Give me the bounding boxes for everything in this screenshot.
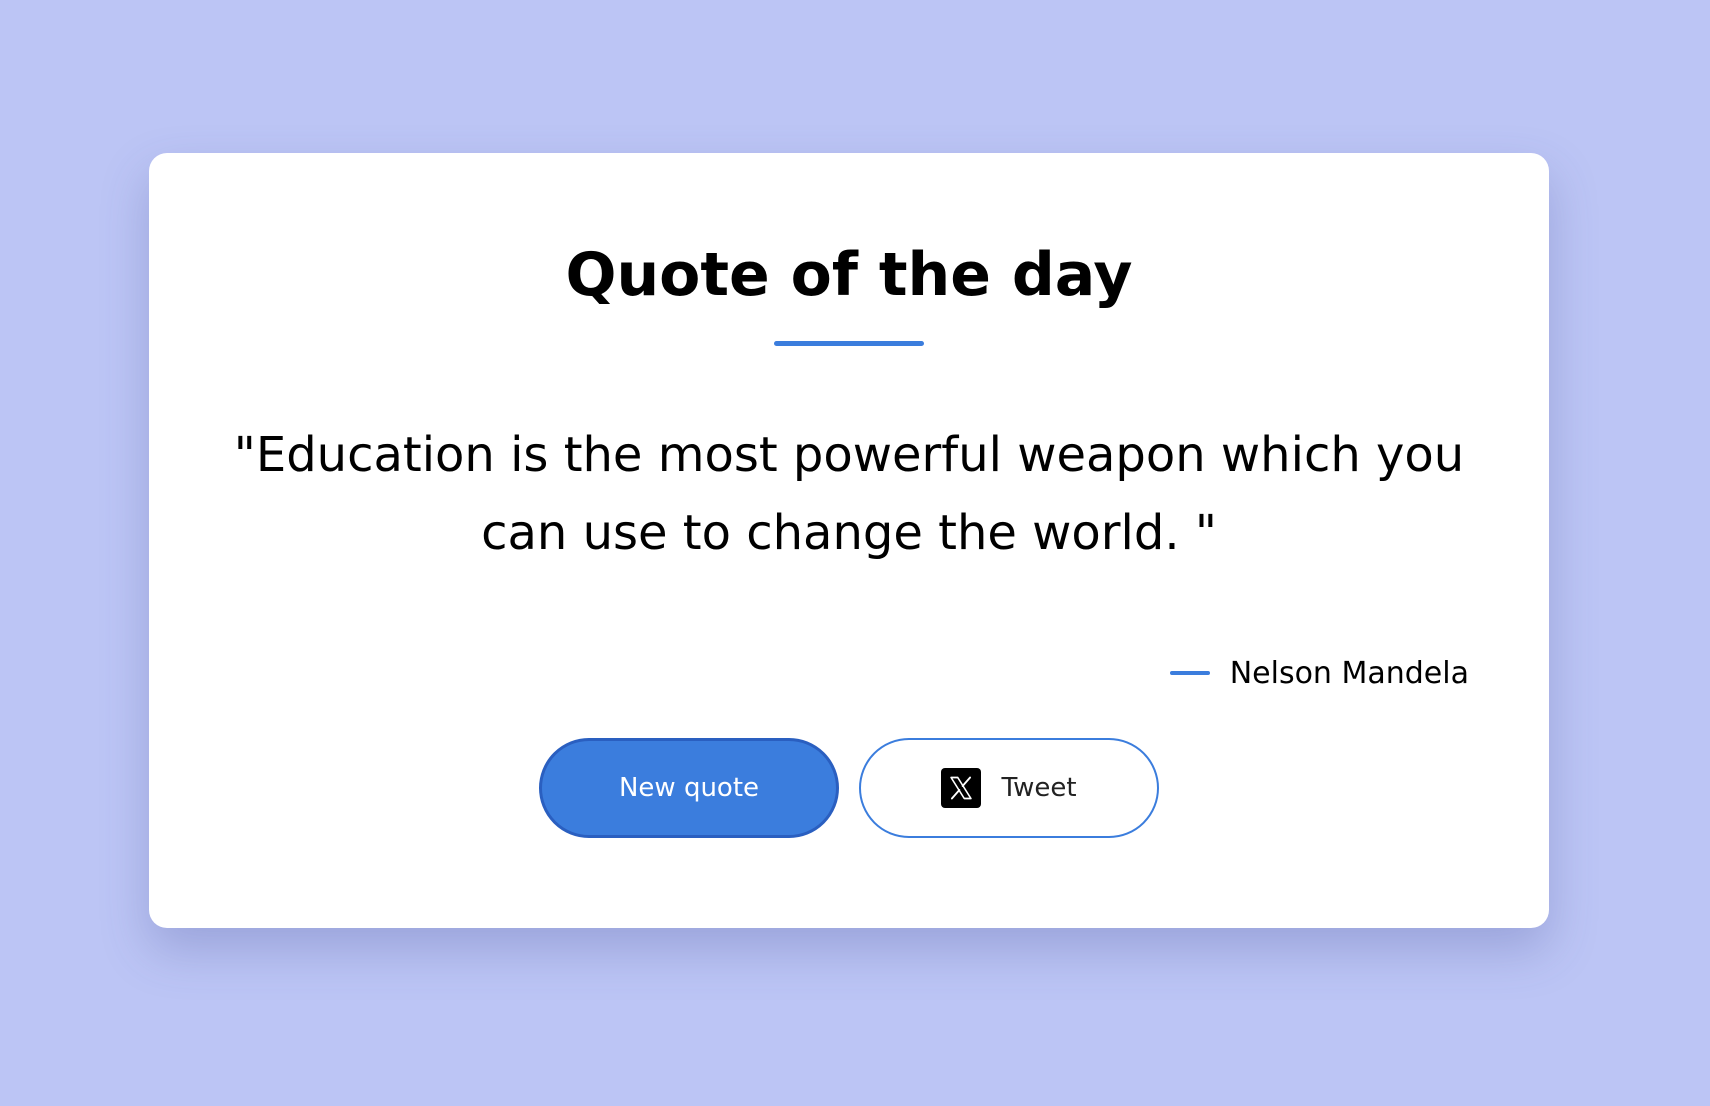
tweet-button[interactable]: Tweet bbox=[859, 738, 1159, 838]
author-line: Nelson Mandela bbox=[1169, 650, 1469, 696]
quote-card: Quote of the day "Education is the most … bbox=[149, 153, 1549, 928]
author-dash bbox=[1169, 671, 1210, 675]
author-name: Nelson Mandela bbox=[1229, 655, 1469, 691]
tweet-label: Tweet bbox=[1001, 773, 1077, 803]
new-quote-label: New quote bbox=[618, 773, 760, 803]
title-underline bbox=[774, 341, 924, 346]
card-title: Quote of the day bbox=[565, 240, 1133, 310]
x-logo-icon bbox=[941, 768, 982, 808]
action-buttons: New quote Tweet bbox=[149, 738, 1549, 838]
quote-text: "Education is the most powerful weapon w… bbox=[233, 427, 1465, 561]
new-quote-button[interactable]: New quote bbox=[539, 738, 839, 838]
